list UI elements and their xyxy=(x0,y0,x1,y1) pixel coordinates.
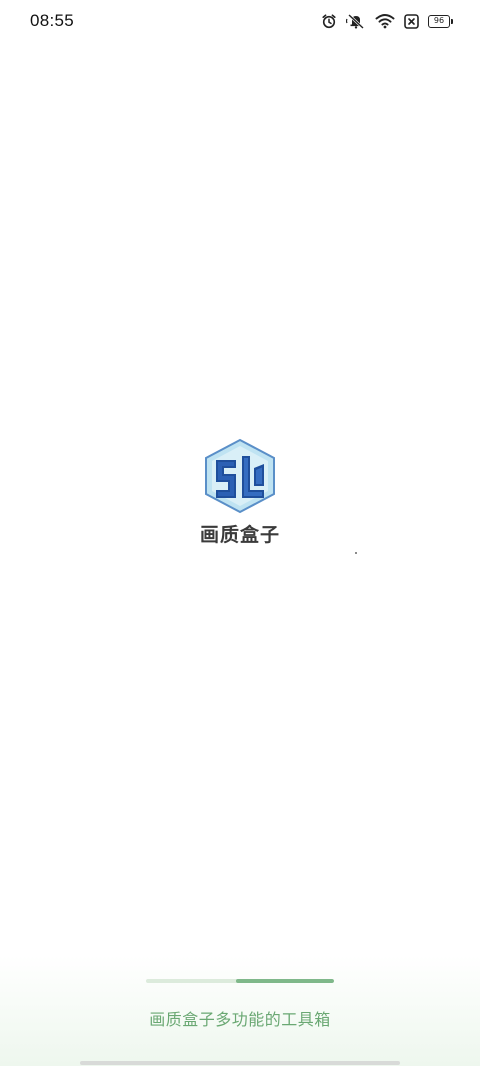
sim-off-icon xyxy=(404,13,419,29)
sl-hexagon-logo xyxy=(205,438,275,514)
wifi-icon xyxy=(375,13,395,29)
home-indicator[interactable] xyxy=(80,1061,400,1065)
status-time: 08:55 xyxy=(30,11,75,30)
mute-icon xyxy=(346,13,366,29)
battery-level: 96 xyxy=(433,16,445,25)
status-bar: 08:55 96 xyxy=(0,0,480,42)
splash-screen: 08:55 96 画质盒子 画质盒子多功能的工具箱 xyxy=(0,0,480,1066)
battery-icon: 96 xyxy=(428,14,453,28)
app-name: 画质盒子 xyxy=(199,524,280,546)
loading-progress-bar xyxy=(146,979,334,983)
decorative-dot xyxy=(355,552,357,554)
app-tagline: 画质盒子多功能的工具箱 xyxy=(149,1010,331,1029)
loading-progress-fill xyxy=(236,979,334,983)
status-icons: 96 xyxy=(321,11,453,31)
app-logo xyxy=(202,438,278,514)
alarm-icon xyxy=(321,13,337,29)
